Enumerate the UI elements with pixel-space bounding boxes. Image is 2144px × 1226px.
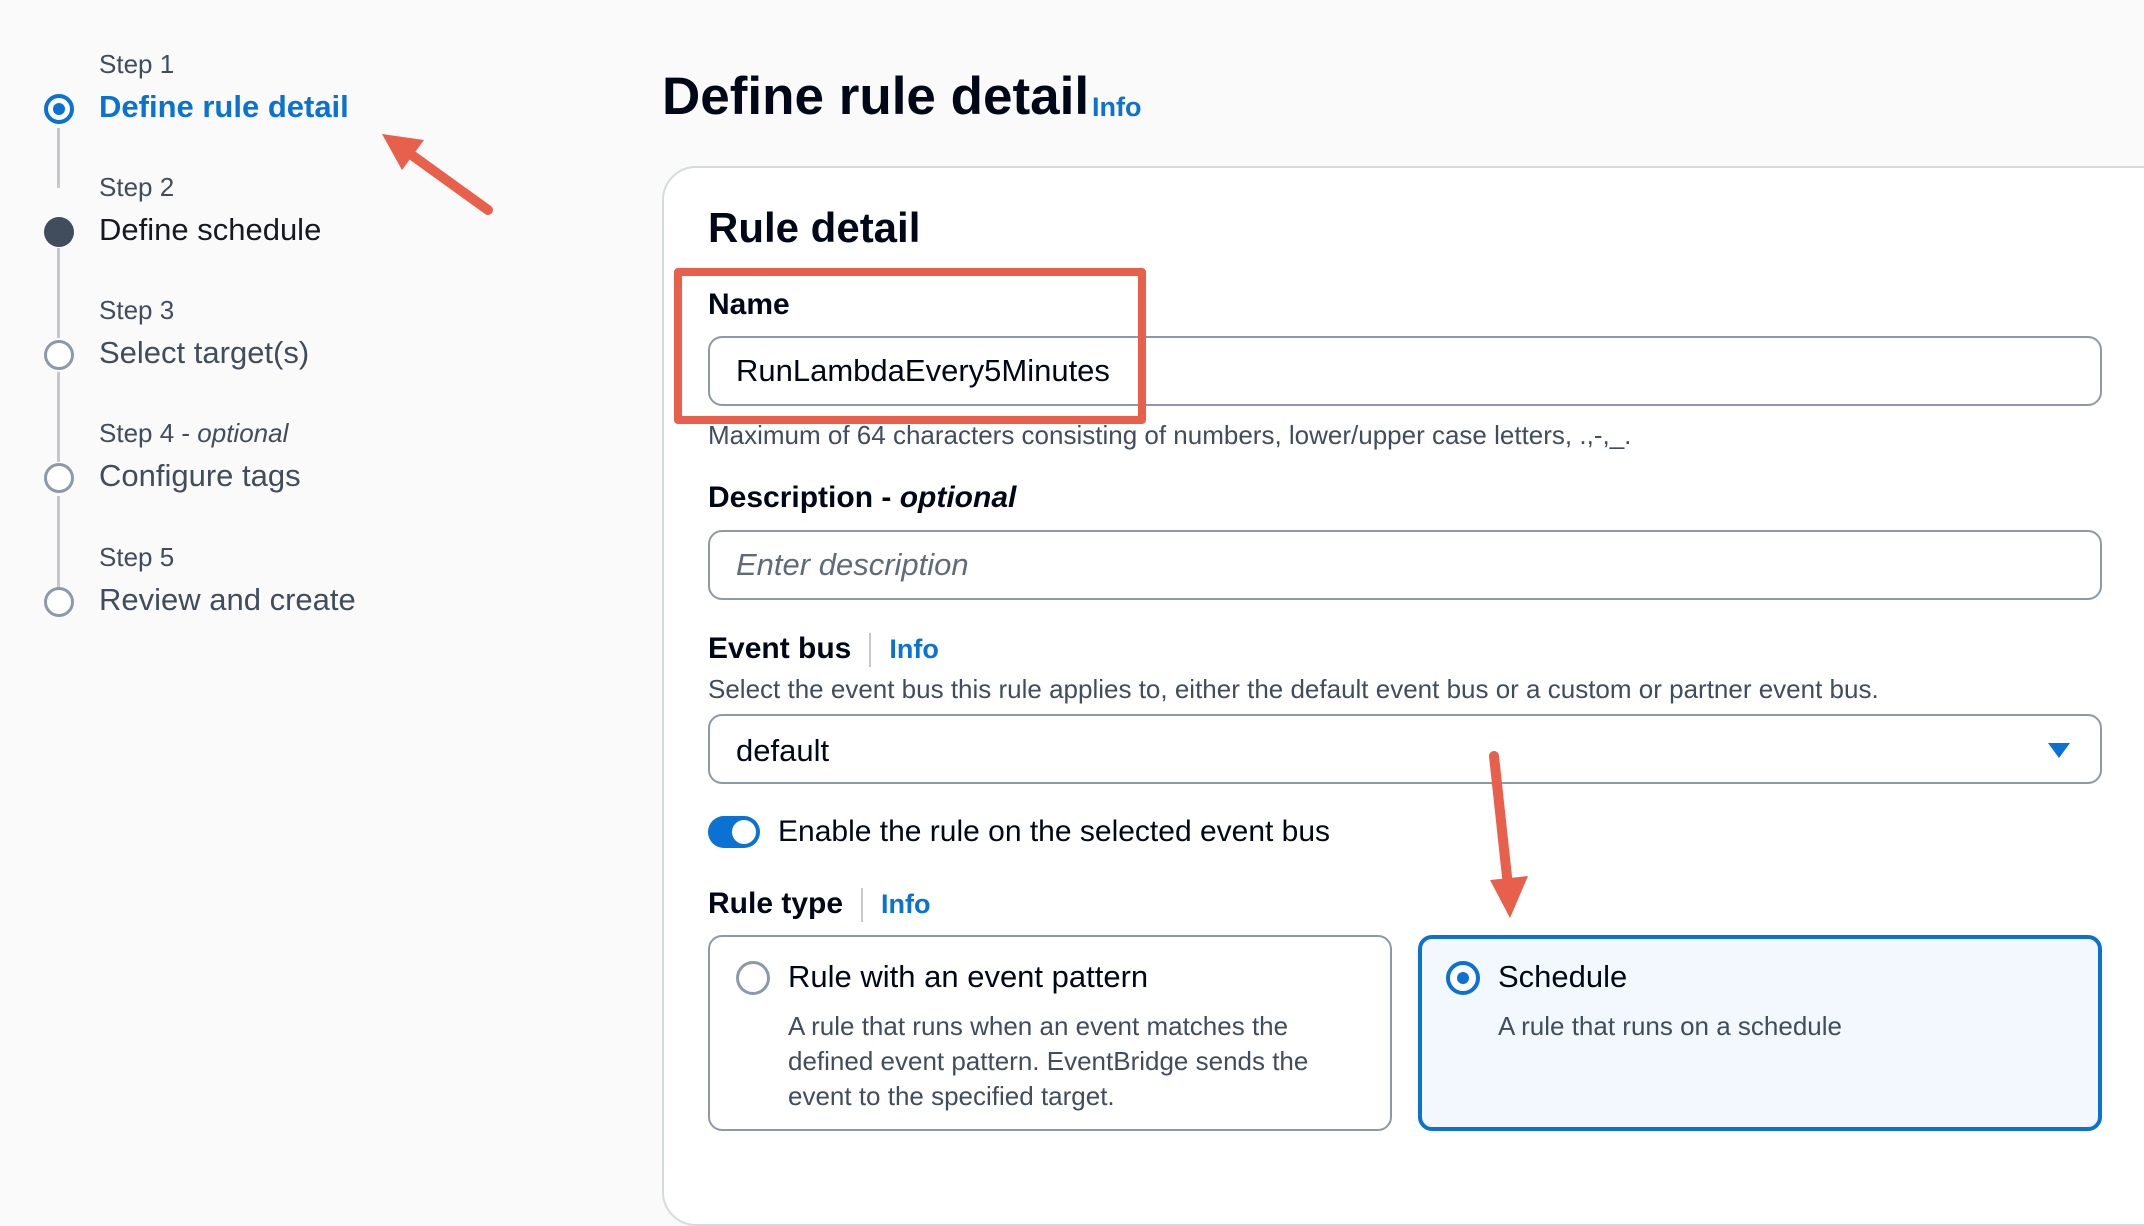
event-bus-help-text: Select the event bus this rule applies t… — [708, 674, 1879, 704]
enable-rule-toggle[interactable] — [708, 816, 760, 848]
description-label-optional: optional — [899, 481, 1017, 514]
step-link-review-and-create[interactable]: Review and create — [99, 582, 356, 618]
step-label: Step 5 — [99, 542, 175, 572]
name-input[interactable] — [708, 336, 2102, 406]
rule-type-option-schedule[interactable]: Schedule A rule that runs on a schedule — [1418, 935, 2102, 1131]
rule-type-option-title: Rule with an event pattern — [788, 959, 1149, 994]
name-label: Name — [708, 288, 790, 321]
rule-type-option-title: Schedule — [1498, 959, 1628, 994]
step-active-indicator-icon — [44, 94, 74, 124]
step-label: Step 4 - optional — [99, 418, 288, 449]
event-bus-info-link[interactable]: Info — [889, 634, 938, 664]
event-bus-label: Event bus Info — [708, 632, 939, 668]
rule-type-option-description: A rule that runs when an event matches t… — [788, 1011, 1309, 1111]
rule-type-label-text: Rule type — [708, 887, 844, 920]
step-link-define-rule-detail[interactable]: Define rule detail — [99, 89, 349, 125]
step-pending-indicator-icon — [44, 587, 74, 617]
panel-title: Rule detail — [708, 204, 921, 251]
step-label-optional: optional — [197, 418, 289, 448]
step-connector — [57, 372, 60, 462]
enable-rule-label: Enable the rule on the selected event bu… — [778, 815, 1331, 848]
step-link-configure-tags[interactable]: Configure tags — [99, 458, 301, 494]
step-completed-indicator-icon — [44, 217, 74, 247]
toggle-knob — [732, 820, 756, 844]
step-label-text: Step 4 - — [99, 418, 198, 448]
wizard-steps: Step 1 Define rule detail Step 2 Define … — [0, 0, 640, 1174]
caret-down-icon — [2048, 743, 2070, 758]
label-separator — [861, 888, 864, 923]
name-constraint-text: Maximum of 64 characters consisting of n… — [708, 420, 1632, 450]
step-link-select-targets[interactable]: Select target(s) — [99, 335, 309, 371]
event-bus-selected-value: default — [736, 733, 830, 768]
step-label: Step 3 — [99, 295, 175, 325]
radio-unselected-icon[interactable] — [736, 961, 770, 995]
step-pending-indicator-icon — [44, 463, 74, 493]
step-pending-indicator-icon — [44, 340, 74, 370]
step-label: Step 2 — [99, 172, 175, 202]
step-connector — [57, 128, 60, 188]
page-title: Define rule detail — [662, 67, 1090, 126]
step-connector — [57, 248, 60, 338]
description-label: Description - optional — [708, 481, 1016, 515]
rule-type-option-event-pattern[interactable]: Rule with an event pattern A rule that r… — [708, 935, 1392, 1131]
step-link-define-schedule[interactable]: Define schedule — [99, 212, 321, 248]
rule-type-info-link[interactable]: Info — [881, 889, 930, 919]
step-label: Step 1 — [99, 49, 175, 79]
description-label-text: Description - — [708, 481, 900, 514]
event-bus-select[interactable]: default — [708, 714, 2102, 784]
page-info-link[interactable]: Info — [1092, 92, 1141, 123]
event-bus-label-text: Event bus — [708, 632, 852, 665]
label-separator — [869, 633, 872, 668]
rule-type-label: Rule type Info — [708, 887, 931, 923]
rule-type-option-description: A rule that runs on a schedule — [1498, 1011, 1843, 1041]
step-connector — [57, 496, 60, 592]
description-input[interactable] — [708, 530, 2102, 600]
radio-selected-icon[interactable] — [1446, 961, 1480, 995]
